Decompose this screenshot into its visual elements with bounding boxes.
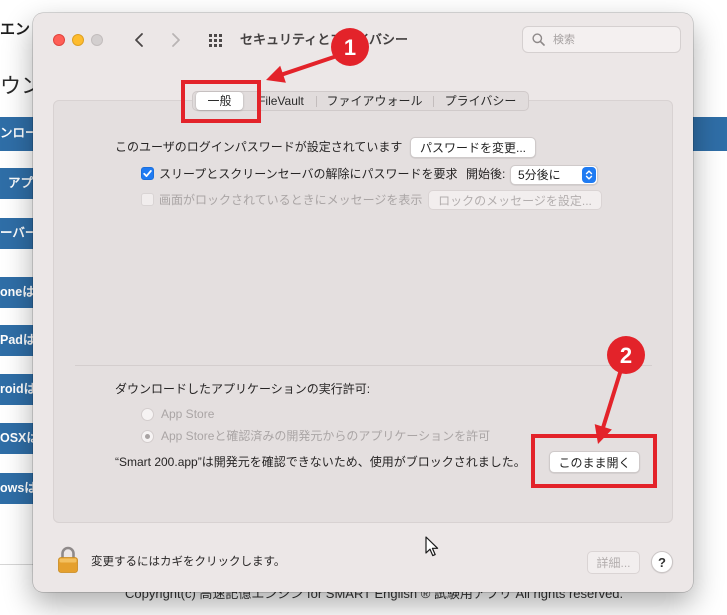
blocked-app-message: “Smart 200.app”は開発元を確認できないため、使用がブロックされまし… xyxy=(115,455,526,469)
section-divider xyxy=(75,365,652,366)
side-button-label: アプ xyxy=(8,176,34,190)
advanced-button[interactable]: 詳細... xyxy=(587,551,640,574)
radio-app-store[interactable] xyxy=(141,408,154,421)
radio-app-store-and-identified[interactable] xyxy=(141,430,154,443)
login-password-text: このユーザのログインパスワードが設定されています xyxy=(115,140,403,154)
side-button-label: ーバー xyxy=(0,226,38,240)
checkmark-icon xyxy=(143,170,152,177)
tab-bar: 一般 FileVault ファイアウォール プライバシー xyxy=(192,91,529,111)
lock-hint-text: 変更するにはカギをクリックします。 xyxy=(91,556,286,568)
set-lock-message-button[interactable]: ロックのメッセージを設定... xyxy=(428,190,602,210)
tab-general-highlight: 一般 xyxy=(196,92,243,110)
search-icon xyxy=(532,33,545,46)
help-button[interactable]: ? xyxy=(651,551,673,573)
radio-app-store-and-identified-label: App Storeと確認済みの開発元からのアプリケーションを許可 xyxy=(161,429,491,443)
tab-label: プライバシー xyxy=(444,94,517,108)
minimize-button[interactable] xyxy=(72,34,84,46)
padlock-icon xyxy=(58,546,78,573)
forward-button[interactable] xyxy=(171,32,181,48)
open-anyway-button[interactable]: このまま開く xyxy=(549,451,640,473)
side-button-label: Padは xyxy=(0,333,36,347)
tab-label: 一般 xyxy=(207,94,232,108)
tab-privacy[interactable]: プライバシー xyxy=(433,92,528,110)
show-message-label: 画面がロックされているときにメッセージを表示 xyxy=(159,193,423,207)
delay-popup[interactable]: 5分後に xyxy=(510,165,598,185)
radio-app-store-label: App Store xyxy=(161,407,215,421)
show-all-button[interactable] xyxy=(209,34,222,47)
downloads-section-title: ダウンロードしたアプリケーションの実行許可: xyxy=(115,382,371,396)
back-button[interactable] xyxy=(134,32,144,48)
tab-general[interactable]: 一般 xyxy=(193,92,246,110)
window-title: セキュリティとプライバシー xyxy=(240,32,408,47)
delay-label: 開始後: xyxy=(466,167,506,181)
search-input[interactable] xyxy=(522,26,681,53)
grid-icon xyxy=(209,34,222,47)
side-button-label: owsは xyxy=(0,481,37,495)
zoom-button[interactable] xyxy=(91,34,103,46)
side-button-label: ンロー xyxy=(0,126,38,140)
chevron-right-icon xyxy=(172,33,180,47)
tab-firewall[interactable]: ファイアウォール xyxy=(316,92,433,110)
side-button-label: roidは xyxy=(0,382,37,396)
page-heading-fragment: エン xyxy=(0,21,31,38)
close-button[interactable] xyxy=(53,34,65,46)
change-password-button[interactable]: パスワードを変更... xyxy=(410,137,536,158)
require-password-label: スリープとスクリーンセーバの解除にパスワードを要求 xyxy=(159,167,458,181)
show-message-checkbox[interactable] xyxy=(141,193,154,206)
security-privacy-window: セキュリティとプライバシー 一般 FileVault ファイアウォール プライバ… xyxy=(33,13,693,592)
side-button-label: oneは xyxy=(0,285,35,299)
chevron-left-icon xyxy=(135,33,143,47)
tab-label: ファイアウォール xyxy=(326,94,423,108)
stepper-arrows-icon xyxy=(582,167,596,183)
lock-button[interactable] xyxy=(57,545,79,573)
tab-filevault[interactable]: FileVault xyxy=(246,92,316,110)
require-password-checkbox[interactable] xyxy=(141,167,154,180)
delay-value: 5分後に xyxy=(518,168,561,182)
tab-label: FileVault xyxy=(258,94,304,108)
